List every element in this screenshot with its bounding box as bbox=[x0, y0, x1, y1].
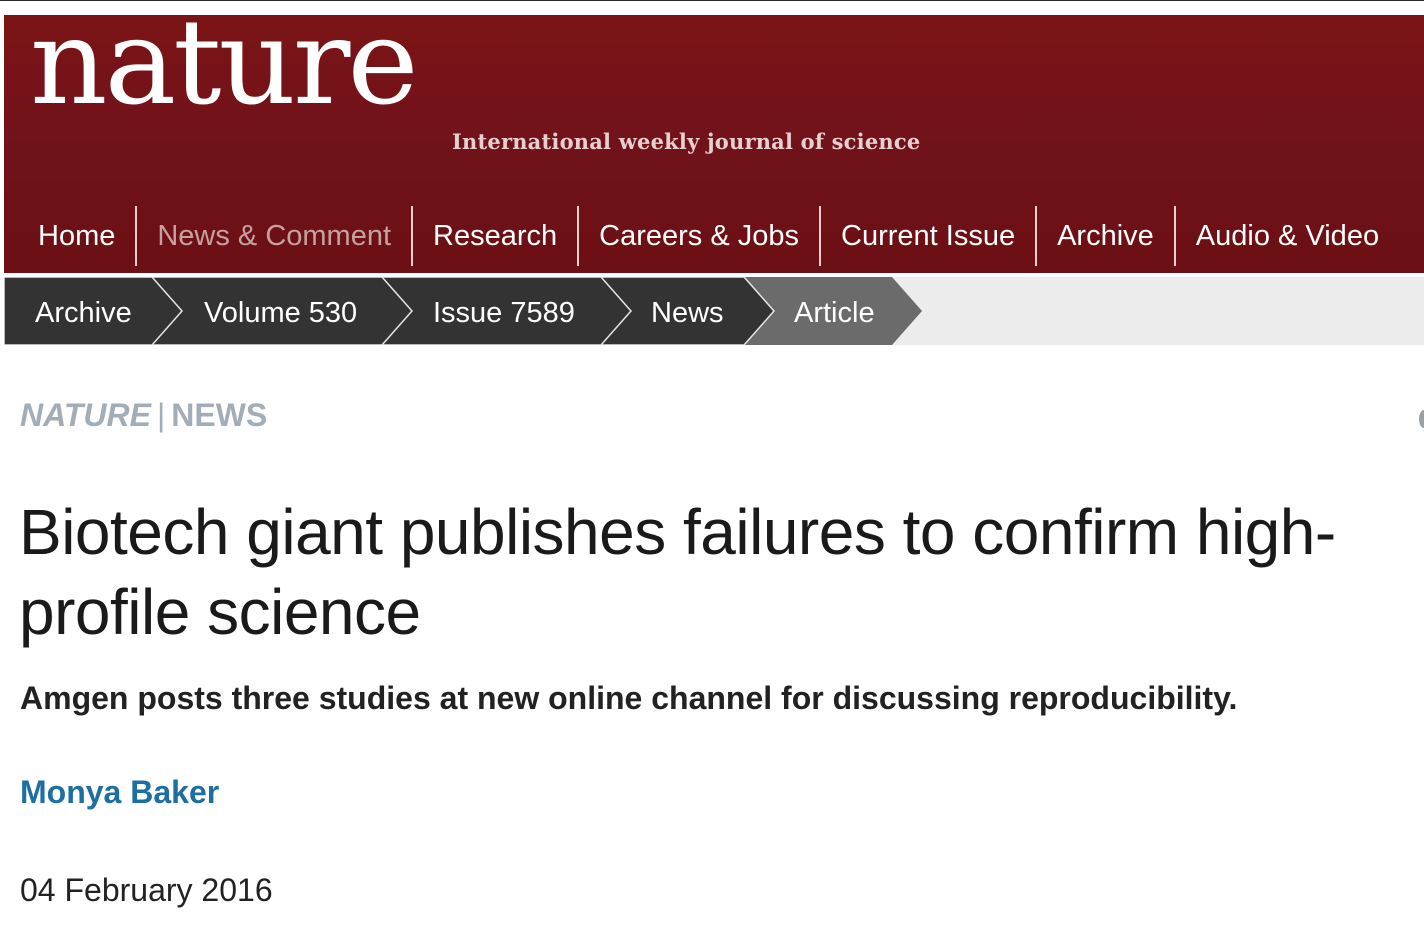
nav-item-current-issue[interactable]: Current Issue bbox=[821, 206, 1038, 266]
page: nature International weekly journal of s… bbox=[0, 0, 1424, 952]
nav-item-news-comment[interactable]: News & Comment bbox=[137, 206, 414, 266]
window-top-border bbox=[0, 0, 1424, 1]
breadcrumb: Archive Volume 530 Issue 7589 News Artic… bbox=[4, 277, 1424, 345]
breadcrumb-item-archive[interactable]: Archive bbox=[35, 297, 132, 329]
author-link[interactable]: Monya Baker bbox=[20, 774, 219, 811]
article-section-label: NATURE | NEWS bbox=[20, 397, 267, 434]
journal-name[interactable]: NATURE bbox=[20, 397, 151, 433]
masthead: nature International weekly journal of s… bbox=[4, 15, 1424, 273]
section-separator: | bbox=[156, 397, 166, 433]
nav-item-careers-jobs[interactable]: Careers & Jobs bbox=[579, 206, 822, 266]
sidebar-edge-dot bbox=[1419, 410, 1424, 428]
nav-item-research[interactable]: Research bbox=[413, 206, 580, 266]
breadcrumb-item-news[interactable]: News bbox=[651, 297, 724, 329]
breadcrumb-item-volume[interactable]: Volume 530 bbox=[204, 297, 357, 329]
nav-item-archive[interactable]: Archive bbox=[1037, 206, 1176, 266]
main-nav: Home News & Comment Research Careers & J… bbox=[4, 206, 1399, 266]
section-name[interactable]: NEWS bbox=[171, 397, 267, 433]
breadcrumb-item-article: Article bbox=[794, 297, 875, 329]
nav-item-home[interactable]: Home bbox=[4, 206, 138, 266]
article-title: Biotech giant publishes failures to conf… bbox=[19, 496, 1336, 648]
breadcrumb-trail: Archive Volume 530 Issue 7589 News Artic… bbox=[4, 277, 922, 345]
masthead-tagline: International weekly journal of science bbox=[452, 129, 921, 154]
nature-logo[interactable]: nature bbox=[30, 15, 419, 121]
publication-date: 04 February 2016 bbox=[20, 872, 273, 908]
article-standfirst: Amgen posts three studies at new online … bbox=[20, 680, 1238, 716]
breadcrumb-item-issue[interactable]: Issue 7589 bbox=[433, 297, 575, 329]
nav-item-audio-video[interactable]: Audio & Video bbox=[1176, 206, 1399, 266]
